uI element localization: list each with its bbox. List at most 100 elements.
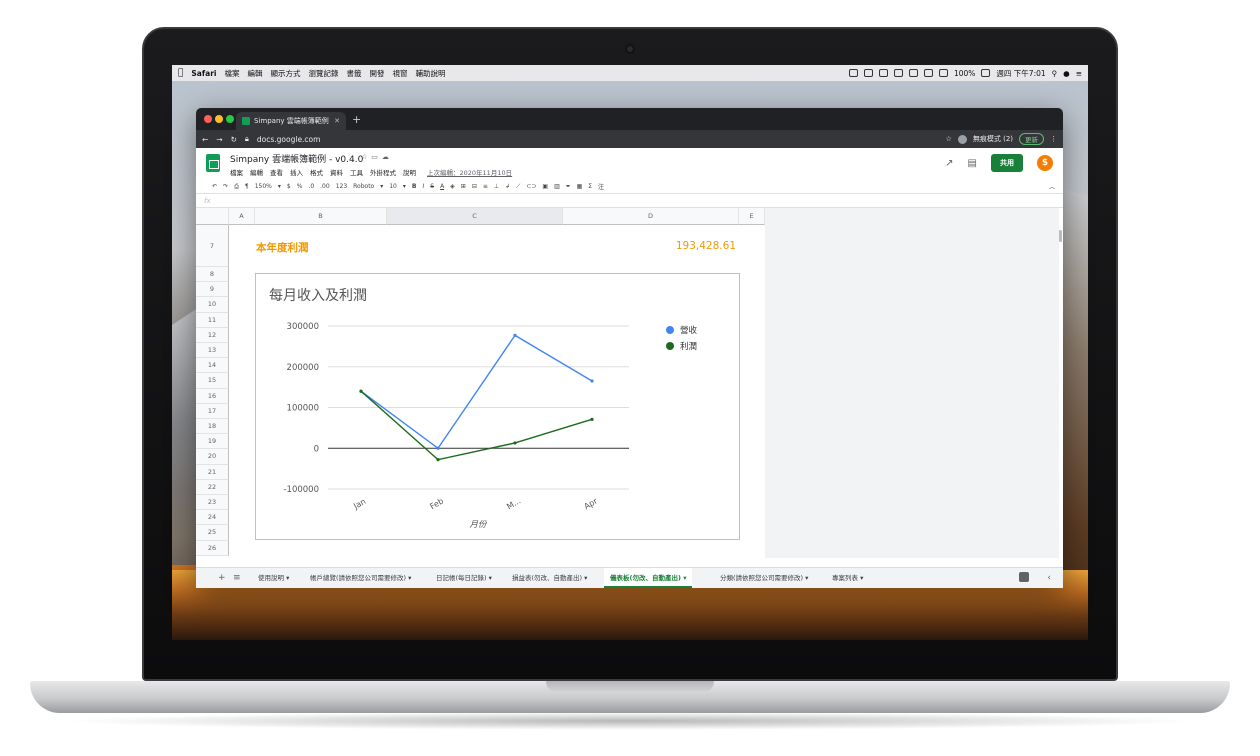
insert-chart-icon[interactable]: ▥ <box>554 183 560 190</box>
docs-menu-addons[interactable]: 外掛程式 <box>370 167 396 177</box>
row-header-12[interactable]: 12 <box>196 327 229 343</box>
menubar-clock[interactable]: 週四 下午7:01 <box>996 68 1045 79</box>
font-dropdown-icon[interactable]: ▾ <box>380 183 383 190</box>
incognito-avatar-icon[interactable] <box>957 134 967 144</box>
print-icon[interactable]: ⎙ <box>234 183 239 191</box>
scrollbar-thumb[interactable] <box>1059 230 1062 242</box>
annual-profit-label[interactable]: 本年度利潤 <box>256 240 309 255</box>
sheet-tab-2[interactable]: 日記帳(每日記錄) ▾ <box>430 568 498 588</box>
data-point[interactable] <box>590 417 594 421</box>
sheet-tab-menu-icon[interactable]: ▾ <box>406 574 411 582</box>
back-icon[interactable]: ← <box>202 135 208 144</box>
undo-icon[interactable]: ↶ <box>212 183 217 190</box>
document-title[interactable]: Simpany 雲端帳簿範例 - v0.4.0 <box>230 152 363 165</box>
wifi-icon[interactable] <box>938 69 948 77</box>
cloud-status-icon[interactable]: ☁ <box>382 153 393 161</box>
monthly-chart[interactable]: 每月收入及利潤 300000 200000 100000 0 -100000 Jan Feb M… <box>255 273 740 540</box>
sheet-tab-3[interactable]: 損益表(勿改、自動產出) ▾ <box>506 568 593 588</box>
row-header-15[interactable]: 15 <box>196 373 229 389</box>
row-header-7[interactable]: 7 <box>196 225 229 267</box>
column-header-c[interactable]: C <box>387 208 563 225</box>
line-icon[interactable] <box>878 69 888 77</box>
menubar-item-file[interactable]: 檔案 <box>224 68 239 79</box>
browser-tab[interactable]: Simpany 雲端帳簿範例 - v0.4.0 ✕ <box>236 112 346 130</box>
currency-format-button[interactable]: $ <box>287 183 291 190</box>
fill-color-icon[interactable]: ◈ <box>450 183 455 190</box>
docs-menu-tools[interactable]: 工具 <box>350 167 363 177</box>
sheets-logo-icon[interactable] <box>206 154 220 172</box>
decrease-decimal-button[interactable]: .0 <box>308 183 314 190</box>
sheet-tab-0[interactable]: 使用說明 ▾ <box>252 568 295 588</box>
update-button[interactable]: 更新 <box>1019 133 1044 145</box>
select-all-corner[interactable] <box>196 208 229 225</box>
battery-icon[interactable] <box>981 69 991 77</box>
filter-icon[interactable]: ⏷ <box>566 183 571 191</box>
percent-format-button[interactable]: % <box>297 183 303 190</box>
menubar-item-develop[interactable]: 開發 <box>369 68 384 79</box>
collapse-toolbar-icon[interactable]: ︿ <box>1049 182 1055 191</box>
row-header-26[interactable]: 26 <box>196 540 229 556</box>
annual-profit-value[interactable]: 193,428.61 <box>636 240 736 252</box>
sheet-tab-1[interactable]: 帳戶總覽(請依照您公司需要修改) ▾ <box>304 568 417 588</box>
horizontal-align-icon[interactable]: ≡ <box>483 183 488 190</box>
browser-menu-icon[interactable]: ⋮ <box>1050 135 1057 143</box>
vertical-scrollbar[interactable] <box>1059 208 1063 558</box>
text-rotation-icon[interactable]: ⟋ <box>516 183 520 191</box>
column-header-d[interactable]: D <box>563 208 739 225</box>
row-header-22[interactable]: 22 <box>196 479 229 495</box>
sheet-tab-menu-icon[interactable]: ▾ <box>858 574 863 582</box>
collapse-panel-icon[interactable]: ‹ <box>1047 573 1051 583</box>
font-size-dropdown-icon[interactable]: ▾ <box>403 183 406 190</box>
menubar-item-window[interactable]: 視窗 <box>392 68 407 79</box>
docs-menu-insert[interactable]: 插入 <box>290 167 303 177</box>
memory-icon[interactable] <box>893 69 903 77</box>
sheet-tab-menu-icon[interactable]: ▾ <box>487 574 492 582</box>
docs-menu-format[interactable]: 格式 <box>310 167 323 177</box>
column-header-b[interactable]: B <box>255 208 387 225</box>
docs-menu-data[interactable]: 資料 <box>330 167 343 177</box>
row-header-8[interactable]: 8 <box>196 267 229 283</box>
sheet-tab-menu-icon[interactable]: ▾ <box>681 574 686 582</box>
explore-icon[interactable] <box>1019 572 1029 582</box>
star-icon[interactable]: ☆ <box>361 153 371 161</box>
sheet-tab-5[interactable]: 分類(請依照您公司需要修改) ▾ <box>714 568 814 588</box>
data-point[interactable] <box>359 389 363 393</box>
reload-icon[interactable]: ↻ <box>231 135 237 144</box>
dropbox-icon[interactable] <box>863 69 873 77</box>
input-tools-icon[interactable]: 注 <box>598 182 604 191</box>
siri-icon[interactable]: ● <box>1063 69 1070 78</box>
data-point[interactable] <box>436 458 440 462</box>
row-header-11[interactable]: 11 <box>196 312 229 328</box>
series-line-0[interactable] <box>360 334 593 450</box>
url-field[interactable]: docs.google.com <box>257 135 321 144</box>
menubar-item-view[interactable]: 顯示方式 <box>270 68 300 79</box>
row-header-9[interactable]: 9 <box>196 282 229 298</box>
docs-menu-help[interactable]: 說明 <box>403 167 416 177</box>
share-button[interactable]: 共用 <box>991 154 1023 172</box>
strikethrough-icon[interactable]: S <box>430 183 434 190</box>
spotlight-icon[interactable]: ⚲ <box>1052 69 1058 78</box>
add-sheet-icon[interactable]: + <box>218 573 226 583</box>
row-header-23[interactable]: 23 <box>196 495 229 511</box>
docs-menu-file[interactable]: 檔案 <box>230 167 243 177</box>
sheet-tab-4[interactable]: 儀表板(勿改、自動產出) ▾ <box>604 568 693 588</box>
column-header-a[interactable]: A <box>229 208 255 225</box>
functions-icon[interactable]: Σ <box>588 183 592 190</box>
redo-icon[interactable]: ↷ <box>223 183 228 190</box>
row-header-25[interactable]: 25 <box>196 525 229 541</box>
menubar-item-help[interactable]: 輔助說明 <box>415 68 445 79</box>
battery-percent[interactable]: 100% <box>954 69 975 78</box>
lock-icon[interactable]: 🔒︎ <box>245 134 249 144</box>
activity-dashboard-icon[interactable]: ↗ <box>945 158 953 169</box>
row-header-19[interactable]: 19 <box>196 434 229 450</box>
row-header-18[interactable]: 18 <box>196 419 229 435</box>
font-select[interactable]: Roboto <box>353 183 374 190</box>
addon-dollar-icon[interactable]: $ <box>1037 155 1053 171</box>
vertical-align-icon[interactable]: ⊥ <box>494 183 499 190</box>
incognito-label[interactable]: 無痕模式 (2) <box>973 134 1013 144</box>
series-line-1[interactable] <box>360 390 593 461</box>
borders-icon[interactable]: ⊞ <box>461 183 466 190</box>
maximize-window-button[interactable] <box>226 115 234 123</box>
paint-format-icon[interactable]: ¶ <box>245 183 249 190</box>
merge-cells-icon[interactable]: ⊟ <box>472 183 477 190</box>
